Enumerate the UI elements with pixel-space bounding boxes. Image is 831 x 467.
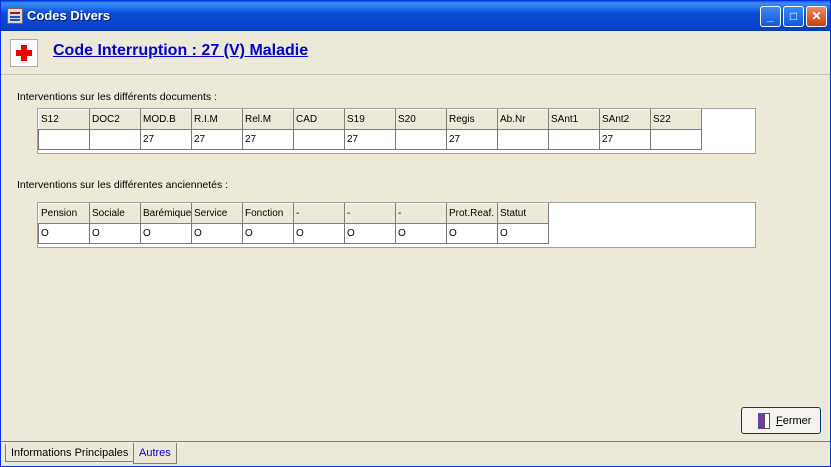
documents-column-header-2: MOD.B (140, 109, 192, 130)
documents-column-header-3: R.I.M (191, 109, 243, 130)
window: Codes Divers _ □ ✕ Code Interruption : 2… (0, 0, 831, 467)
documents-column-header-6: S19 (344, 109, 396, 130)
anciennetes-column-header-9: Statut (497, 203, 549, 224)
maximize-button[interactable]: □ (783, 6, 804, 27)
anciennetes-value-cell-9[interactable]: O (497, 223, 549, 244)
documents-value-cell-6[interactable]: 27 (344, 129, 396, 150)
anciennetes-column-header-5: - (293, 203, 345, 224)
close-button[interactable]: ✕ (806, 6, 827, 27)
header: Code Interruption : 27 (V) Maladie (1, 31, 830, 75)
anciennetes-value-cell-7[interactable]: O (395, 223, 447, 244)
title-bar[interactable]: Codes Divers _ □ ✕ (1, 1, 830, 31)
documents-value-cell-0[interactable] (38, 129, 90, 150)
anciennetes-value-cell-2[interactable]: O (140, 223, 192, 244)
documents-column-header-9: Ab.Nr (497, 109, 549, 130)
fermer-button-label: Fermer (776, 415, 812, 427)
anciennetes-column-header-1: Sociale (89, 203, 141, 224)
red-cross-icon (10, 39, 38, 67)
documents-value-cell-7[interactable] (395, 129, 447, 150)
anciennetes-header-row: Pension Sociale Barémique Service Fonction - -… (38, 203, 549, 224)
fermer-button[interactable]: Fermer (741, 407, 821, 434)
documents-value-row: 27 27 27 27 27 27 (38, 129, 702, 150)
documents-value-cell-8[interactable]: 27 (446, 129, 498, 150)
documents-column-header-10: SAnt1 (548, 109, 600, 130)
anciennetes-value-cell-1[interactable]: O (89, 223, 141, 244)
anciennetes-value-cell-4[interactable]: O (242, 223, 294, 244)
documents-table: S12 DOC2 MOD.B R.I.M Rel.M CAD S19 S20 Regis Ab.N… (38, 109, 702, 150)
anciennetes-column-header-0: Pension (38, 203, 90, 224)
anciennetes-column-header-8: Prot.Reaf. (446, 203, 498, 224)
anciennetes-grid[interactable]: Pension Sociale Barémique Service Fonction - -… (37, 202, 756, 248)
documents-value-cell-2[interactable]: 27 (140, 129, 192, 150)
minimize-button[interactable]: _ (760, 6, 781, 27)
anciennetes-value-cell-5[interactable]: O (293, 223, 345, 244)
anciennetes-value-row: OOOOOOOOOO (38, 223, 549, 244)
anciennetes-column-header-7: - (395, 203, 447, 224)
tab-informations-principales[interactable]: Informations Principales (5, 444, 135, 462)
documents-value-cell-11[interactable]: 27 (599, 129, 651, 150)
anciennetes-value-cell-6[interactable]: O (344, 223, 396, 244)
anciennetes-column-header-3: Service (191, 203, 243, 224)
documents-value-cell-3[interactable]: 27 (191, 129, 243, 150)
anciennetes-column-header-2: Barémique (140, 203, 192, 224)
tab-autres[interactable]: Autres (133, 443, 177, 464)
page-title[interactable]: Code Interruption : 27 (V) Maladie (53, 42, 308, 60)
anciennetes-column-header-6: - (344, 203, 396, 224)
anciennetes-value-cell-8[interactable]: O (446, 223, 498, 244)
documents-column-header-11: SAnt2 (599, 109, 651, 130)
documents-column-header-4: Rel.M (242, 109, 294, 130)
anciennetes-column-header-4: Fonction (242, 203, 294, 224)
tab-bar: Informations Principales Autres (1, 441, 830, 467)
anciennetes-value-cell-0[interactable]: O (38, 223, 90, 244)
documents-header-row: S12 DOC2 MOD.B R.I.M Rel.M CAD S19 S20 Regis Ab.N… (38, 109, 702, 130)
documents-column-header-12: S22 (650, 109, 702, 130)
documents-value-cell-1[interactable] (89, 129, 141, 150)
anciennetes-value-cell-3[interactable]: O (191, 223, 243, 244)
documents-column-header-1: DOC2 (89, 109, 141, 130)
documents-grid[interactable]: S12 DOC2 MOD.B R.I.M Rel.M CAD S19 S20 Regis Ab.N… (37, 108, 756, 154)
anciennetes-section-label: Interventions sur les différentes ancien… (17, 179, 229, 191)
documents-column-header-0: S12 (38, 109, 90, 130)
window-title: Codes Divers (27, 8, 111, 23)
documents-value-cell-10[interactable] (548, 129, 600, 150)
documents-column-header-8: Regis (446, 109, 498, 130)
documents-value-cell-4[interactable]: 27 (242, 129, 294, 150)
documents-value-cell-5[interactable] (293, 129, 345, 150)
documents-column-header-5: CAD (293, 109, 345, 130)
documents-value-cell-9[interactable] (497, 129, 549, 150)
exit-door-icon (758, 413, 770, 429)
documents-column-header-7: S20 (395, 109, 447, 130)
documents-section-label: Interventions sur les différents documen… (17, 91, 217, 103)
documents-value-cell-12[interactable] (650, 129, 702, 150)
anciennetes-table: Pension Sociale Barémique Service Fonction - -… (38, 203, 549, 244)
app-icon (7, 8, 23, 24)
